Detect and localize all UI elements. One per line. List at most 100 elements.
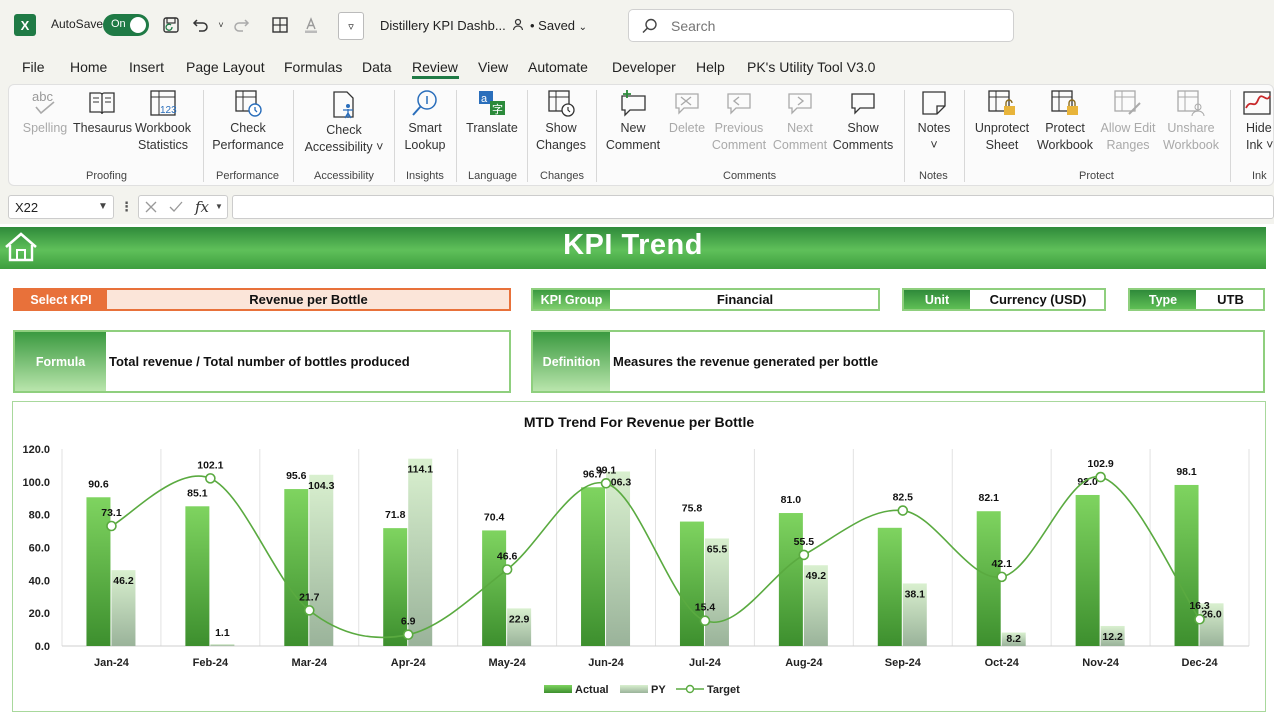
group-label-protect: Protect — [1079, 170, 1114, 182]
target-point — [106, 520, 117, 532]
quick-access-customize-icon[interactable]: ▿ — [338, 12, 364, 40]
tab-pk-utility-tool[interactable]: PK's Utility Tool V3.0 — [747, 59, 875, 75]
target-point — [798, 549, 810, 561]
workbook-statistics-button[interactable]: 123 Workbook Statistics — [132, 88, 194, 154]
target-point — [402, 629, 414, 640]
tab-automate[interactable]: Automate — [528, 59, 588, 75]
tab-home[interactable]: Home — [70, 59, 107, 75]
translate-button[interactable]: a字 Translate — [462, 88, 522, 137]
x-tick-label: Feb-24 — [193, 657, 229, 669]
search-box[interactable] — [628, 9, 1014, 42]
smart-lookup-label-1: Smart — [408, 121, 442, 135]
allow-edit-ranges-button[interactable]: Allow Edit Ranges — [1096, 88, 1160, 154]
delete-comment-label: Delete — [668, 121, 706, 135]
formula-bar-more-icon[interactable]: ⋮ — [120, 199, 133, 215]
tab-insert[interactable]: Insert — [129, 59, 164, 75]
check-accessibility-icon — [333, 91, 354, 119]
check-accessibility-label-2: Accessibility ˅ — [304, 140, 384, 154]
workbook-statistics-label-1: Workbook — [134, 121, 192, 135]
spelling-check-icon: abc — [32, 89, 55, 115]
tab-developer[interactable]: Developer — [612, 59, 676, 75]
previous-comment-button[interactable]: Previous Comment — [710, 88, 768, 154]
x-tick-label: Jul-24 — [689, 657, 722, 669]
select-kpi-dropdown[interactable]: Revenue per Bottle — [108, 290, 509, 309]
new-comment-icon — [621, 90, 646, 117]
tab-view[interactable]: View — [478, 59, 508, 75]
name-box-chevron-icon[interactable]: ▼ — [98, 201, 108, 212]
delete-comment-button[interactable]: Delete — [665, 88, 709, 137]
save-icon[interactable] — [160, 14, 182, 36]
notes-chevron-icon: ˅ — [930, 138, 938, 152]
unshare-workbook-label-1: Unshare — [1167, 121, 1215, 135]
tab-data[interactable]: Data — [362, 59, 392, 75]
show-comments-label-1: Show — [847, 121, 879, 135]
bar-actual — [383, 528, 408, 646]
home-icon[interactable] — [3, 231, 39, 263]
data-label-target: 46.6 — [497, 550, 518, 562]
unshare-workbook-icon — [1177, 90, 1205, 117]
allow-edit-ranges-label-2: Ranges — [1106, 138, 1150, 152]
data-label-actual: 81.0 — [781, 494, 802, 506]
data-label-target: 6.9 — [401, 616, 416, 628]
tab-review[interactable]: Review — [412, 59, 458, 75]
data-label-actual: 85.1 — [187, 487, 208, 499]
unshare-workbook-button[interactable]: Unshare Workbook — [1160, 88, 1222, 154]
saved-status[interactable]: • Saved ⌄ — [512, 18, 587, 33]
allow-edit-ranges-icon — [1114, 90, 1141, 115]
tab-file[interactable]: File — [22, 59, 45, 75]
check-performance-button[interactable]: Check Performance — [210, 88, 286, 154]
data-label-actual: 71.8 — [385, 509, 406, 521]
translate-icon: a字 — [479, 91, 505, 116]
spelling-button[interactable]: abc Spelling — [18, 88, 72, 137]
bar-actual — [581, 487, 606, 646]
page-title: KPI Trend — [563, 229, 703, 261]
thesaurus-book-icon — [89, 92, 115, 115]
check-performance-label-2: Performance — [212, 138, 284, 152]
kpi-group-value: Financial — [612, 290, 878, 309]
thesaurus-button[interactable]: Thesaurus — [73, 88, 132, 137]
check-accessibility-button[interactable]: Check Accessibility ˅ — [300, 90, 388, 156]
formula-input[interactable] — [232, 195, 1274, 219]
cancel-entry-icon[interactable] — [144, 200, 158, 214]
notes-button[interactable]: Notes ˅ — [910, 88, 958, 154]
tab-page-layout[interactable]: Page Layout — [186, 59, 265, 75]
data-label-target: 42.1 — [991, 558, 1012, 570]
next-comment-button[interactable]: Next Comment — [771, 88, 829, 154]
show-changes-button[interactable]: Show Changes — [533, 88, 589, 154]
group-separator — [1230, 90, 1231, 182]
confirm-entry-icon[interactable] — [169, 200, 183, 214]
search-input[interactable] — [671, 16, 991, 36]
y-tick-label: 120.0 — [22, 444, 50, 456]
undo-dropdown-chevron-icon[interactable]: ˅ — [210, 14, 232, 36]
undo-icon[interactable] — [190, 14, 212, 36]
redo-icon[interactable] — [230, 14, 252, 36]
smart-lookup-button[interactable]: Smart Lookup — [400, 88, 450, 154]
excel-app-icon: X — [14, 14, 36, 36]
data-label-actual: 95.6 — [286, 470, 307, 482]
new-comment-button[interactable]: New Comment — [602, 88, 664, 154]
protect-workbook-button[interactable]: Protect Workbook — [1034, 88, 1096, 154]
hide-ink-icon — [1243, 91, 1271, 115]
unprotect-sheet-icon — [988, 90, 1015, 115]
unprotect-sheet-label-1: Unprotect — [974, 121, 1030, 135]
svg-text:123: 123 — [160, 105, 177, 116]
autosave-toggle[interactable]: On — [103, 14, 149, 36]
x-tick-label: Dec-24 — [1182, 657, 1219, 669]
smart-lookup-label-2: Lookup — [404, 138, 446, 152]
x-tick-label: Mar-24 — [292, 657, 328, 669]
group-label-insights: Insights — [406, 170, 444, 182]
insert-function-icon[interactable]: fx — [195, 198, 209, 216]
font-color-icon[interactable] — [300, 14, 322, 36]
data-label-target: 102.1 — [197, 459, 223, 471]
show-comments-button[interactable]: Show Comments — [830, 88, 896, 154]
unprotect-sheet-button[interactable]: Unprotect Sheet — [970, 88, 1034, 154]
fx-chevron-icon[interactable]: ▼ — [215, 202, 223, 211]
data-label-actual: 75.8 — [682, 503, 703, 515]
bar-actual — [482, 530, 507, 646]
borders-icon[interactable] — [269, 14, 291, 36]
tab-help[interactable]: Help — [696, 59, 725, 75]
data-label-py: 22.9 — [509, 613, 530, 625]
hide-ink-button[interactable]: Hide Ink ˅ — [1238, 88, 1274, 154]
target-point — [205, 473, 216, 484]
tab-formulas[interactable]: Formulas — [284, 59, 342, 75]
